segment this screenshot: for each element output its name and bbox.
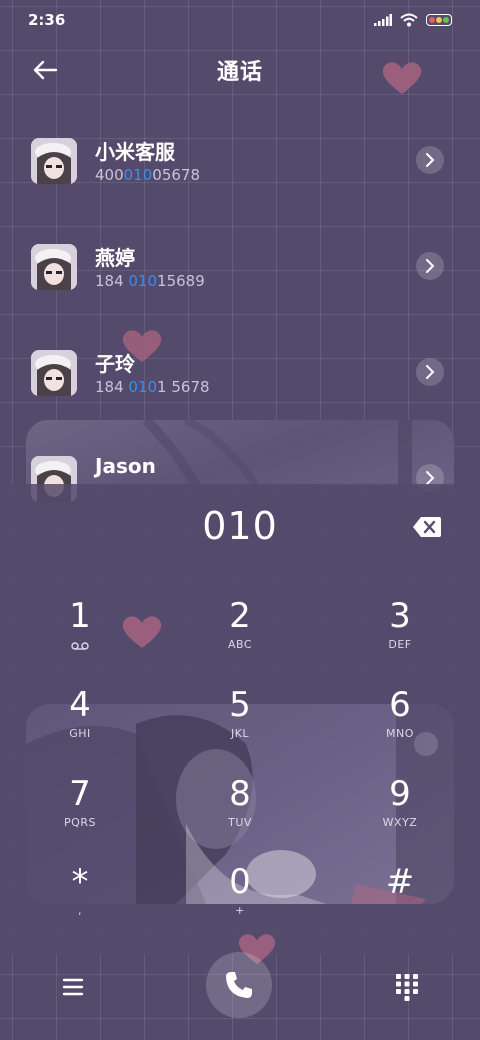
- key-digit: *: [71, 862, 89, 902]
- key-letters: ABC: [227, 638, 253, 651]
- key-digit: 4: [69, 685, 91, 725]
- contact-detail-button[interactable]: [416, 252, 444, 280]
- avatar: [31, 138, 77, 184]
- backspace-icon[interactable]: [412, 515, 442, 539]
- key-digit: 2: [229, 596, 251, 636]
- phone-icon: [226, 972, 252, 998]
- key-letters: +: [235, 904, 245, 917]
- avatar: [31, 350, 77, 396]
- chevron-right-icon: [426, 471, 435, 485]
- contact-name: 小米客服: [95, 140, 175, 164]
- key-digit: 5: [229, 685, 251, 725]
- page-title: 通话: [216, 60, 263, 85]
- dial-key-0[interactable]: 0 +: [185, 862, 295, 942]
- status-time: 2:36: [28, 11, 66, 29]
- dial-key-8[interactable]: 8 TUV: [185, 774, 295, 854]
- key-digit: 0: [229, 862, 251, 902]
- key-letters: GHI: [69, 727, 91, 740]
- key-digit: 1: [69, 596, 91, 636]
- key-digit: 9: [389, 774, 411, 814]
- dial-key-9[interactable]: 9 WXYZ: [345, 774, 455, 854]
- dial-key-6[interactable]: 6 MNO: [345, 685, 455, 765]
- voicemail-icon: [71, 642, 89, 650]
- contact-row[interactable]: 小米客服 40001005678: [0, 124, 480, 194]
- contact-number: 184 01015689: [95, 272, 205, 290]
- dial-key-star[interactable]: * ,: [25, 862, 135, 942]
- key-letters: JKL: [230, 727, 250, 740]
- call-button[interactable]: [206, 952, 272, 1018]
- key-digit: 3: [389, 596, 411, 636]
- contact-name: 燕婷: [95, 246, 135, 270]
- key-digit: 8: [229, 774, 251, 814]
- key-letters: PQRS: [64, 816, 96, 829]
- battery-icon: [426, 14, 452, 26]
- chevron-right-icon: [426, 153, 435, 167]
- dial-key-5[interactable]: 5 JKL: [185, 685, 295, 765]
- status-icons: [374, 13, 452, 27]
- contact-name: Jason: [95, 454, 156, 478]
- contact-row[interactable]: 燕婷 184 01015689: [0, 230, 480, 300]
- key-digit: 7: [69, 774, 91, 814]
- key-digit: 6: [389, 685, 411, 725]
- heart-icon: [382, 62, 422, 94]
- contact-detail-button[interactable]: [416, 146, 444, 174]
- dial-key-2[interactable]: 2 ABC: [185, 596, 295, 676]
- wifi-icon: [400, 13, 418, 27]
- dial-key-7[interactable]: 7 PQRS: [25, 774, 135, 854]
- contact-number: 184 0101 5678: [95, 378, 210, 396]
- contact-name: 子玲: [95, 352, 135, 376]
- dial-key-4[interactable]: 4 GHI: [25, 685, 135, 765]
- status-bar: 2:36: [0, 0, 480, 40]
- dial-key-1[interactable]: 1: [25, 596, 135, 676]
- key-letters: DEF: [388, 638, 412, 651]
- contact-row[interactable]: 子玲 184 0101 5678: [0, 336, 480, 406]
- dial-key-3[interactable]: 3 DEF: [345, 596, 455, 676]
- key-letters: WXYZ: [382, 816, 418, 829]
- dialpad-icon[interactable]: [395, 973, 419, 1001]
- key-letters: MNO: [386, 727, 414, 740]
- key-letters: ,: [78, 904, 82, 917]
- avatar: [31, 244, 77, 290]
- chevron-right-icon: [426, 365, 435, 379]
- arrow-left-icon[interactable]: [30, 56, 60, 84]
- key-digit: #: [385, 862, 415, 902]
- chevron-right-icon: [426, 259, 435, 273]
- bottom-bar: [0, 952, 480, 1040]
- menu-icon[interactable]: [60, 974, 86, 1000]
- dial-key-hash[interactable]: #: [345, 862, 455, 942]
- signal-icon: [374, 14, 392, 26]
- dial-input[interactable]: 010: [0, 504, 480, 548]
- key-letters: TUV: [228, 816, 252, 829]
- contact-number: 40001005678: [95, 166, 200, 184]
- contact-detail-button[interactable]: [416, 358, 444, 386]
